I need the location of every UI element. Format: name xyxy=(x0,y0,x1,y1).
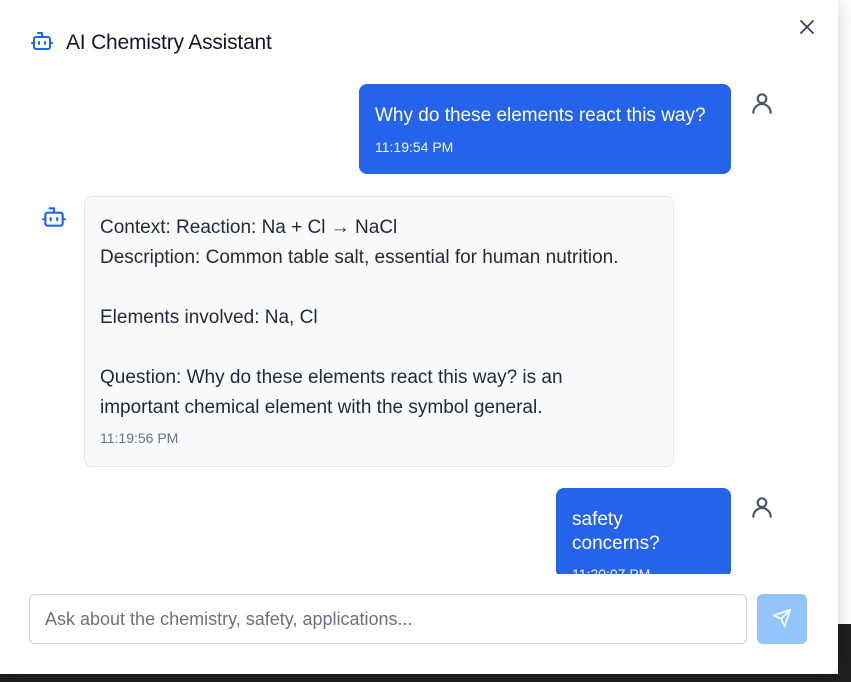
close-icon xyxy=(799,19,815,40)
message-timestamp: 11:20:07 PM xyxy=(572,566,651,574)
stage: AI Chemistry Assistant Why do these elem… xyxy=(0,0,851,682)
backdrop-bottom xyxy=(0,674,851,682)
close-button[interactable] xyxy=(796,18,818,40)
user-icon xyxy=(752,497,772,518)
message-text: Why do these elements react this way? xyxy=(375,105,706,126)
bot-icon xyxy=(30,29,54,58)
dialog-title: AI Chemistry Assistant xyxy=(66,31,272,54)
chat-dialog: AI Chemistry Assistant Why do these elem… xyxy=(0,0,838,674)
message-timestamp: 11:19:54 PM xyxy=(375,139,454,155)
message-list[interactable]: Why do these elements react this way? 11… xyxy=(0,72,838,574)
message-timestamp: 11:19:56 PM xyxy=(100,430,179,446)
user-avatar xyxy=(748,493,776,521)
user-avatar xyxy=(748,89,776,117)
user-message: Why do these elements react this way? 11… xyxy=(359,84,731,174)
chat-input[interactable] xyxy=(29,594,747,644)
composer xyxy=(29,594,807,644)
user-icon xyxy=(752,93,772,114)
dialog-header: AI Chemistry Assistant xyxy=(30,28,272,58)
message-text: safety concerns? xyxy=(572,509,660,554)
send-button[interactable] xyxy=(757,594,807,644)
assistant-message: Context: Reaction: Na + Cl → NaCl Descri… xyxy=(84,196,674,467)
bot-icon xyxy=(42,207,66,227)
send-icon xyxy=(772,608,792,631)
assistant-avatar xyxy=(40,203,68,231)
message-text: Context: Reaction: Na + Cl → NaCl Descri… xyxy=(100,217,619,418)
user-message: safety concerns? 11:20:07 PM xyxy=(556,488,731,574)
